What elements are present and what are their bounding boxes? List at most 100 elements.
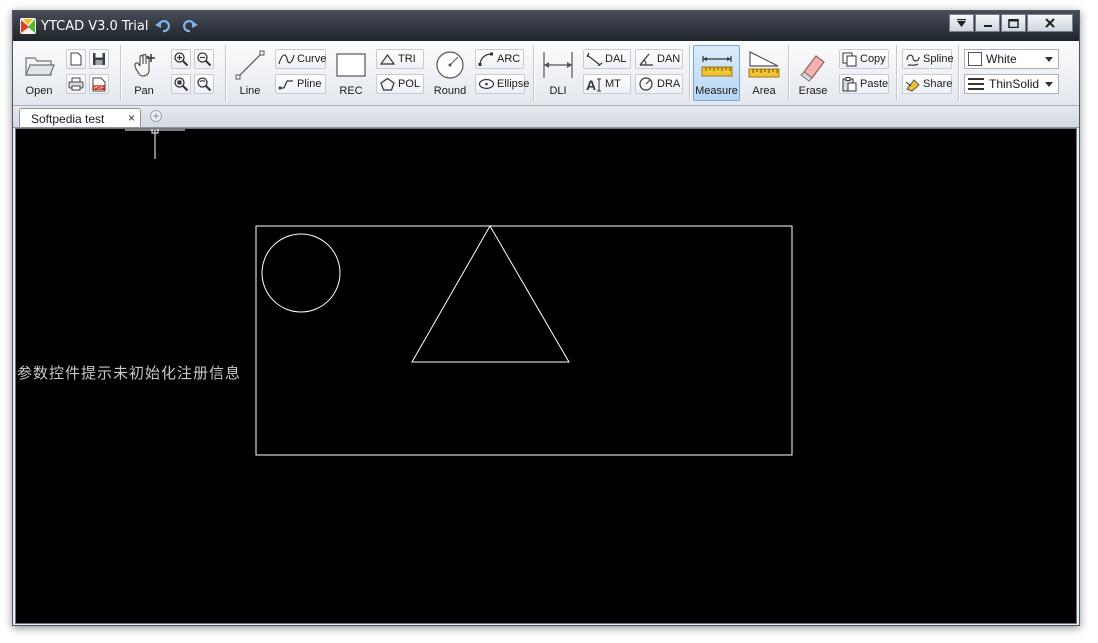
window-title: YTCAD V3.0 Trial: [41, 19, 149, 34]
arc-icon: [478, 52, 493, 66]
dra-button[interactable]: DRA: [635, 74, 683, 94]
zoom-out-button[interactable]: [194, 49, 214, 69]
triangle-icon: [379, 53, 396, 65]
line-weight-icon: [968, 78, 984, 90]
arc-label: ARC: [497, 53, 521, 65]
linetype-select[interactable]: ThinSolid: [964, 74, 1059, 94]
close-icon: [1045, 18, 1055, 28]
new-tab-icon[interactable]: [149, 109, 163, 123]
zoom-in-button[interactable]: [171, 49, 191, 69]
triangle-down-icon: [957, 18, 966, 27]
circle-shape[interactable]: [261, 233, 341, 313]
round-label: Round: [433, 85, 467, 97]
group-separator: [120, 45, 122, 101]
circle-icon: [436, 51, 464, 79]
erase-label: Erase: [798, 85, 828, 97]
pdf-icon: PDF: [92, 77, 106, 91]
new-file-button[interactable]: [66, 49, 86, 69]
save-button[interactable]: [89, 49, 109, 69]
copy-button[interactable]: Copy: [839, 49, 889, 69]
copy-icon: [842, 52, 857, 66]
linear-dimension-icon: [543, 52, 573, 78]
crosshair-cursor: [125, 129, 185, 159]
ruler-icon: [701, 56, 732, 77]
spline-icon: [906, 54, 920, 66]
round-button[interactable]: Round: [429, 45, 471, 101]
maximize-icon: [1008, 18, 1019, 28]
spline-button[interactable]: Spline: [902, 49, 954, 69]
eraser-icon: [800, 55, 825, 82]
group-separator: [533, 45, 535, 101]
rectangle-shape[interactable]: [255, 225, 793, 456]
mt-button[interactable]: A MT: [583, 74, 631, 94]
zoom-out-icon: [197, 52, 212, 67]
dli-label: DLI: [549, 85, 567, 97]
radius-dimension-icon: [639, 77, 653, 91]
area-button[interactable]: Area: [744, 45, 784, 101]
zoom-window-button[interactable]: [171, 74, 191, 94]
undo-icon[interactable]: [154, 17, 172, 35]
ellipse-icon: [478, 78, 495, 90]
export-pdf-button[interactable]: PDF: [89, 74, 109, 94]
pan-hand-icon: [134, 53, 155, 77]
close-button[interactable]: [1027, 14, 1073, 32]
ellipse-label: Ellipse: [497, 78, 530, 90]
drawing-canvas[interactable]: 参数控件提示未初始化注册信息: [15, 128, 1077, 624]
area-icon: [748, 51, 780, 78]
paste-label: Paste: [860, 78, 889, 90]
rectangle-button[interactable]: REC: [331, 45, 371, 101]
minimize-icon: [983, 24, 992, 27]
svg-text:PDF: PDF: [94, 85, 104, 91]
maximize-button[interactable]: [1001, 14, 1026, 32]
pan-button[interactable]: Pan: [125, 45, 163, 101]
measure-button[interactable]: Measure: [693, 45, 740, 101]
triangle-button[interactable]: TRI: [376, 49, 424, 69]
folder-icon: [25, 57, 55, 76]
triangle-shape[interactable]: [411, 224, 570, 363]
ellipse-button[interactable]: Ellipse: [475, 74, 529, 94]
dal-button[interactable]: DAL: [583, 49, 631, 69]
print-button[interactable]: [66, 74, 86, 94]
pline-label: Pline: [297, 78, 322, 90]
app-logo-icon: [20, 18, 36, 34]
registration-message: 参数控件提示未初始化注册信息: [17, 364, 242, 382]
zoom-refresh-icon: [197, 77, 212, 92]
pline-button[interactable]: Pline: [275, 74, 326, 94]
app-window: YTCAD V3.0 Trial Open PDF Pan Line Curve…: [12, 10, 1080, 626]
paste-icon: [842, 76, 857, 91]
toolbar: Open PDF Pan Line Curve Pline REC TRI PO…: [13, 41, 1079, 106]
zoom-refresh-button[interactable]: [194, 74, 214, 94]
line-icon: [235, 50, 265, 80]
group-separator: [896, 45, 898, 101]
dli-button[interactable]: DLI: [538, 45, 578, 101]
open-label: Open: [25, 85, 53, 97]
group-separator: [689, 45, 691, 101]
color-swatch: [968, 52, 982, 66]
arc-button[interactable]: ARC: [475, 49, 524, 69]
spline-label: Spline: [923, 53, 954, 65]
minimize-button[interactable]: [975, 14, 1000, 32]
share-button[interactable]: Share: [902, 74, 952, 94]
erase-button[interactable]: Erase: [793, 45, 833, 101]
angle-dimension-icon: [639, 53, 653, 66]
print-icon: [68, 77, 84, 91]
open-button[interactable]: Open: [17, 45, 61, 101]
zoom-window-icon: [174, 77, 189, 92]
tab-close-icon[interactable]: ×: [128, 111, 135, 125]
curve-button[interactable]: Curve: [275, 49, 326, 69]
color-select[interactable]: White: [964, 49, 1059, 69]
share-label: Share: [923, 78, 953, 90]
polygon-button[interactable]: POL: [376, 74, 424, 94]
dan-button[interactable]: DAN: [635, 49, 683, 69]
curve-label: Curve: [297, 53, 327, 65]
polygon-label: POL: [398, 78, 421, 90]
paste-button[interactable]: Paste: [839, 74, 889, 94]
ribbon-toggle-button[interactable]: [949, 14, 974, 32]
tab-softpedia-test[interactable]: Softpedia test ×: [19, 108, 141, 127]
share-icon: [905, 78, 920, 92]
pline-icon: [278, 80, 293, 90]
area-label: Area: [752, 85, 776, 97]
dal-label: DAL: [605, 53, 627, 65]
redo-icon[interactable]: [181, 17, 199, 35]
line-button[interactable]: Line: [230, 45, 270, 101]
